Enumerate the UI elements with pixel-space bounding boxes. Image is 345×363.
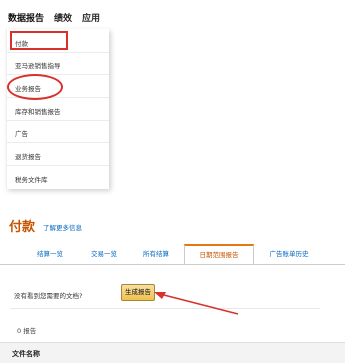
menu-item-tax-document-library[interactable]: 税务文件库 (15, 174, 48, 184)
tab-transaction-view[interactable]: 交易一览 (82, 244, 126, 264)
nav-item-reports[interactable]: 数据报告 (8, 11, 44, 24)
menu-divider (7, 52, 109, 53)
menu-item-amazon-selling-coach[interactable]: 亚马逊销售指导 (15, 60, 61, 70)
reports-dropdown-menu: 付款 亚马逊销售指导 业务报告 库存和销售报告 广告 退货报告 税务文件库 (6, 29, 109, 189)
menu-divider (7, 142, 109, 143)
menu-divider (7, 120, 109, 121)
reports-table-header: 文件名称 (0, 342, 345, 363)
tab-all-statements[interactable]: 所有结算 (134, 244, 178, 264)
annotation-red-rectangle (10, 31, 68, 50)
report-count: 0 报告 (17, 327, 37, 335)
nav-item-performance[interactable]: 绩效 (54, 11, 72, 24)
menu-divider (7, 165, 109, 166)
annotation-red-arrow (154, 292, 239, 315)
tabs-baseline (0, 264, 345, 265)
tab-advertising-invoice-history[interactable]: 广告账单历史 (258, 244, 320, 264)
menu-item-advertising[interactable]: 广告 (15, 128, 28, 138)
nav-item-apps[interactable]: 应用 (82, 11, 100, 24)
top-navigation: 数据报告 绩效 应用 (8, 8, 110, 26)
annotation-red-ellipse (7, 74, 63, 100)
payments-tabs: 结算一览 交易一览 所有结算 日期范围报告 广告账单历史 (0, 244, 345, 265)
page-title: 付款 (9, 220, 36, 235)
column-file-name: 文件名称 (12, 350, 40, 358)
tab-date-range-reports[interactable]: 日期范围报告 (184, 244, 254, 265)
generate-prompt-text: 没有看到您需要的文档? (14, 292, 83, 300)
tab-statement-view[interactable]: 结算一览 (30, 244, 70, 264)
menu-item-return-reports[interactable]: 退货报告 (15, 151, 41, 161)
menu-item-inventory-sales-reports[interactable]: 库存和销售报告 (15, 106, 61, 116)
learn-more-link[interactable]: 了解更多信息 (43, 222, 82, 232)
